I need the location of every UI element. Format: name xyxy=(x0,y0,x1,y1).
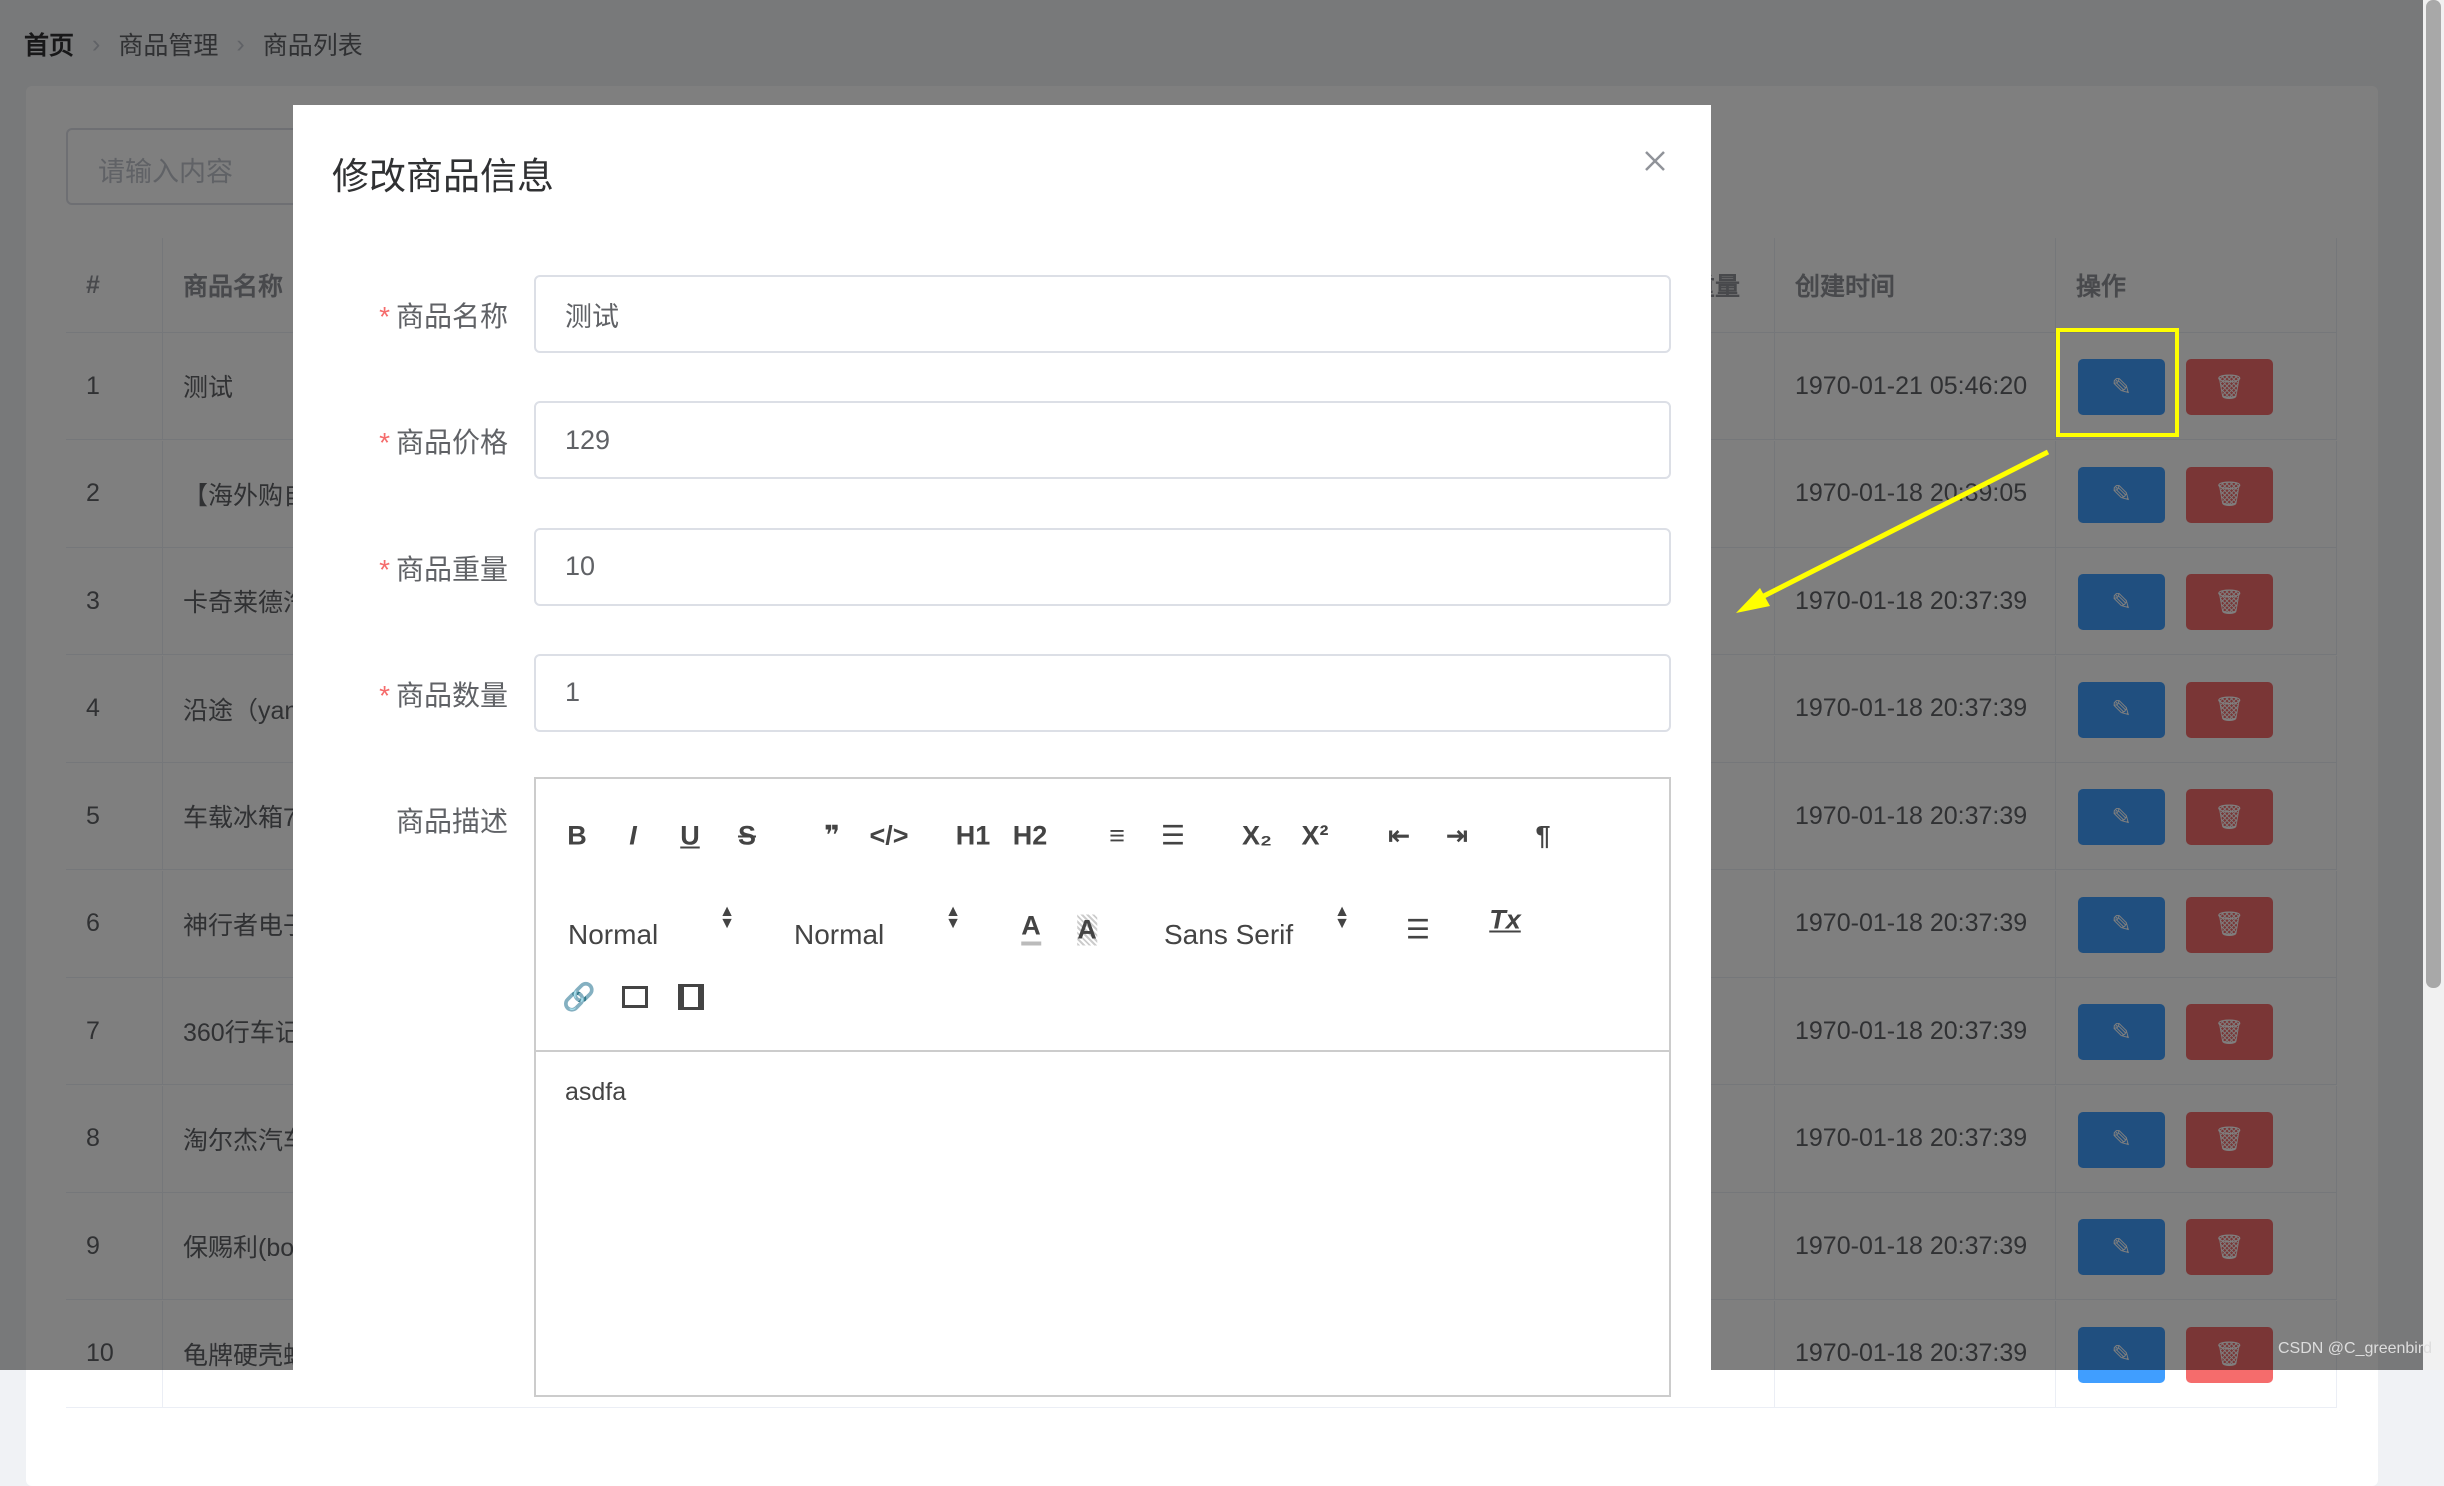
required-star: * xyxy=(379,553,390,585)
link-icon[interactable]: 🔗 xyxy=(562,981,596,1013)
select-arrows-icon: ▲ ▼ xyxy=(945,903,961,932)
field-input[interactable]: 10 xyxy=(534,527,1671,606)
scrollbar-thumb[interactable] xyxy=(2426,0,2441,988)
watermark: CSDN @C_greenbird xyxy=(2278,1340,2433,1357)
required-star: * xyxy=(379,301,390,332)
select-arrows-icon: ▲ ▼ xyxy=(1334,903,1350,932)
editor-content[interactable]: asdfa xyxy=(565,1078,626,1107)
field-label-text: 商品重量 xyxy=(395,553,508,585)
italic-icon[interactable]: I xyxy=(629,821,637,852)
required-star: * xyxy=(379,679,390,711)
field-label-text: 商品数量 xyxy=(395,679,508,711)
close-icon[interactable] xyxy=(1640,146,1670,176)
select-arrows-icon: ▲ ▼ xyxy=(719,903,735,932)
field-label-text: 商品价格 xyxy=(395,427,508,459)
background-color-icon[interactable]: A xyxy=(1077,914,1097,946)
header2-icon[interactable]: H2 xyxy=(1013,821,1048,852)
field-label-text: 商品名称 xyxy=(395,301,508,332)
header1-icon[interactable]: H1 xyxy=(956,821,991,852)
field-input[interactable]: 1 xyxy=(534,653,1671,732)
desc-label: 商品描述 xyxy=(395,806,508,837)
superscript-icon[interactable]: X² xyxy=(1302,821,1329,852)
bullet-list-icon[interactable]: ☰ xyxy=(1161,821,1185,852)
align-icon[interactable]: ☰ xyxy=(1406,915,1430,946)
bold-icon[interactable]: B xyxy=(567,821,587,852)
field-input[interactable]: 129 xyxy=(534,401,1671,480)
subscript-icon[interactable]: X₂ xyxy=(1242,821,1272,852)
field-label: * 商品重量 xyxy=(208,548,508,588)
size-select[interactable]: Normal xyxy=(794,919,884,951)
outdent-icon[interactable]: ⇤ xyxy=(1388,821,1411,852)
clean-format-icon[interactable]: Tx xyxy=(1489,905,1521,936)
underline-icon[interactable]: U xyxy=(680,821,700,852)
field-label: * 商品价格 xyxy=(208,421,508,461)
video-icon[interactable] xyxy=(678,984,704,1010)
text-color-icon[interactable]: A xyxy=(1021,911,1041,946)
toolbar-divider xyxy=(534,1050,1671,1052)
field-label: * 商品名称 xyxy=(208,295,508,335)
strike-icon[interactable]: S xyxy=(738,821,756,852)
code-block-icon[interactable]: </> xyxy=(869,821,908,852)
required-star: * xyxy=(379,427,390,459)
blockquote-icon[interactable]: ❞ xyxy=(824,821,840,852)
dialog-title: 修改商品信息 xyxy=(332,156,554,197)
indent-icon[interactable]: ⇥ xyxy=(1446,821,1469,852)
image-icon[interactable] xyxy=(622,986,648,1008)
field-label: * 商品数量 xyxy=(208,674,508,714)
field-input[interactable]: 测试 xyxy=(534,275,1671,353)
font-select[interactable]: Sans Serif xyxy=(1164,919,1293,951)
header-select[interactable]: Normal xyxy=(568,919,658,951)
ordered-list-icon[interactable]: ≡ xyxy=(1109,821,1125,852)
direction-icon[interactable]: ¶ xyxy=(1535,821,1550,852)
rich-text-editor xyxy=(534,777,1671,1397)
